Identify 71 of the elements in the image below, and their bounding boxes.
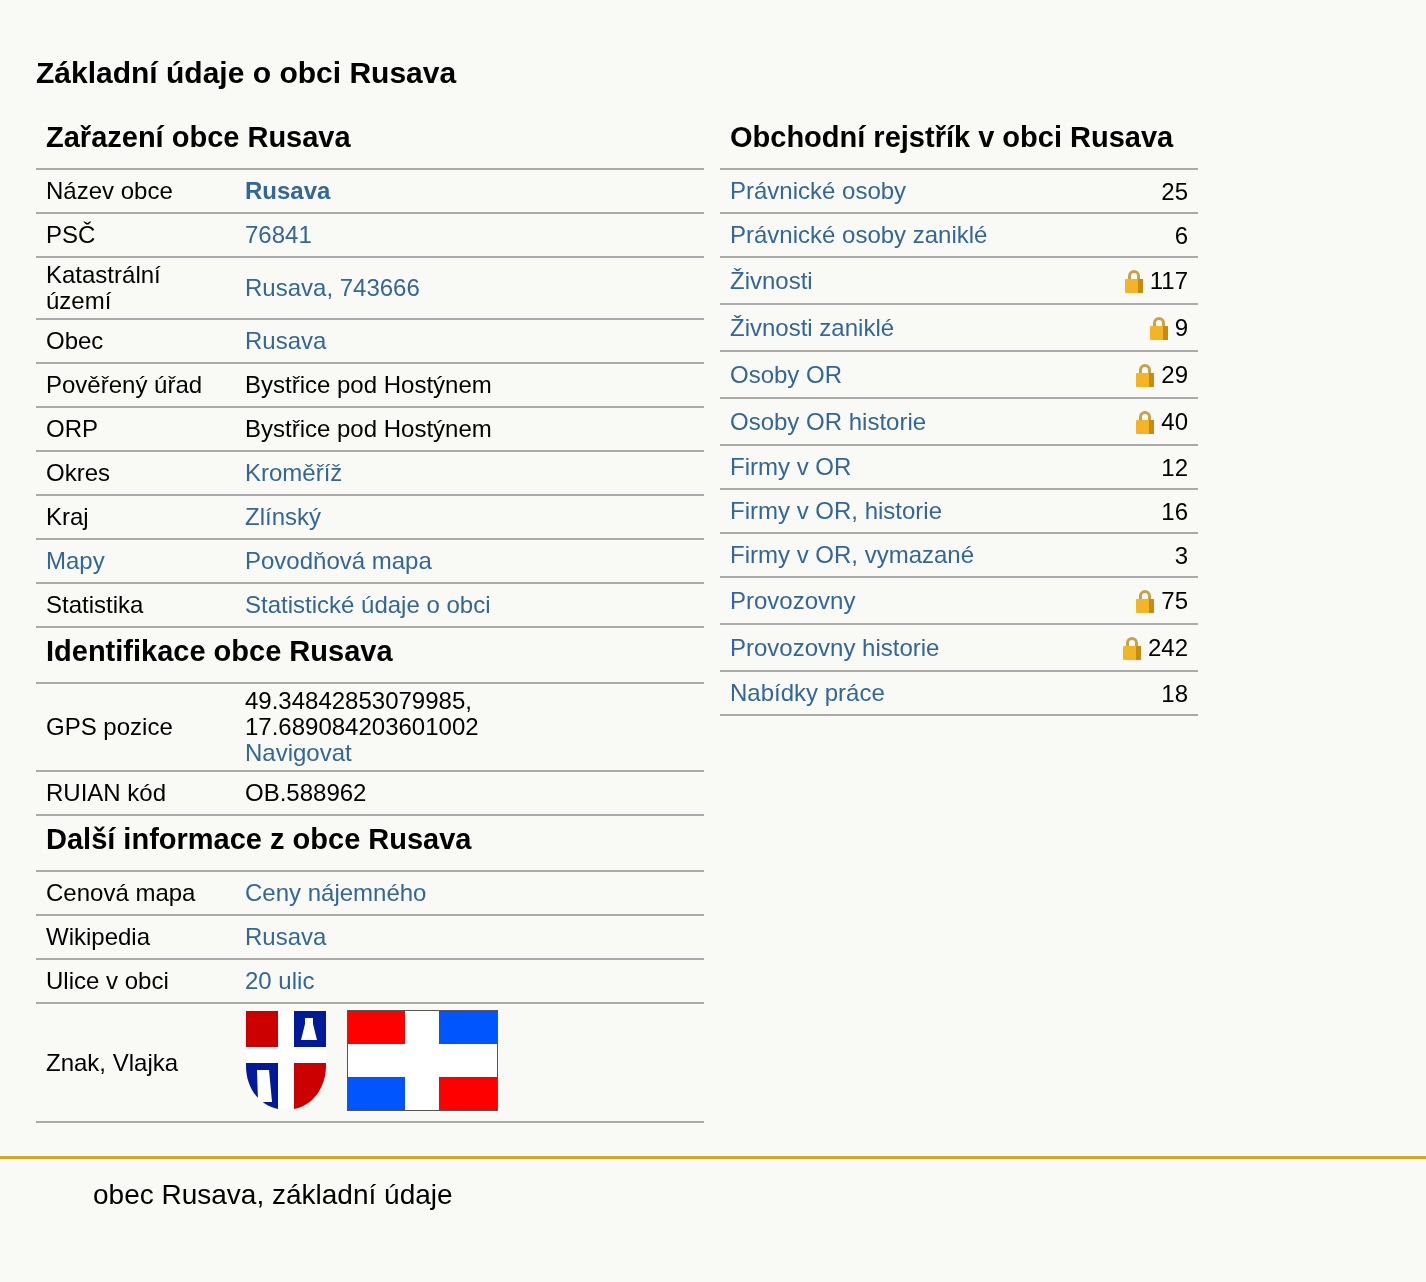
row-label: Wikipedia [46, 923, 151, 950]
value-link[interactable]: 20 ulic [245, 968, 694, 994]
value-link[interactable]: Kroměříž [245, 460, 694, 486]
value-link[interactable]: Povodňová mapa [245, 548, 694, 574]
row-label: Okres [46, 459, 110, 486]
register-link[interactable]: Provozovny [730, 586, 856, 614]
register-link[interactable]: Osoby OR [730, 360, 843, 388]
padlock-icon [1135, 362, 1156, 389]
register-link[interactable]: Firmy v OR [730, 453, 852, 480]
section-heading: Další informace z obce Rusava [36, 815, 704, 871]
section-heading: Identifikace obce Rusava [36, 627, 704, 683]
value-link[interactable]: Rusava, 743666 [245, 275, 694, 301]
register-link[interactable]: Firmy v OR, historie [730, 497, 942, 524]
padlock-icon [1148, 315, 1169, 342]
row-label: ORP [46, 415, 98, 442]
row-label: Kraj [46, 503, 89, 530]
row-value: OB.588962 [245, 780, 368, 806]
value-link[interactable]: Ceny nájemného [245, 880, 694, 906]
value-link[interactable]: Rusava [245, 328, 694, 354]
record-count: 75 [1161, 588, 1188, 615]
row-label: Katastrální území [46, 261, 161, 314]
padlock-icon [1135, 588, 1156, 615]
padlock-icon [1135, 409, 1156, 436]
value-link[interactable]: Rusava [245, 178, 694, 204]
row-value: 17.689084203601002 [245, 714, 480, 740]
row-label: Znak, Vlajka [46, 1048, 179, 1076]
register-link[interactable]: Provozovny historie [730, 633, 940, 661]
row-label: Název obce [46, 177, 173, 204]
register-link[interactable]: Firmy v OR, vymazané [730, 541, 975, 568]
row-label: Obec [46, 327, 104, 354]
row-label: PSČ [46, 221, 96, 248]
record-count: 29 [1161, 362, 1188, 389]
value-link[interactable]: 76841 [245, 222, 694, 248]
record-count: 242 [1147, 635, 1188, 662]
padlock-icon [1121, 635, 1142, 662]
row-value: Bystřice pod Hostýnem [245, 416, 493, 442]
row-label: GPS pozice [46, 713, 173, 740]
register-link[interactable]: Živnosti [730, 266, 813, 294]
record-count: 40 [1161, 409, 1188, 436]
register-link[interactable]: Osoby OR historie [730, 407, 927, 435]
record-count: 25 [1161, 178, 1188, 205]
row-value: Bystřice pod Hostýnem [245, 372, 493, 398]
row-label: Cenová mapa [46, 879, 196, 906]
row-label: Ulice v obci [46, 967, 169, 994]
label-link[interactable]: Mapy [46, 547, 105, 574]
record-count: 3 [1174, 542, 1188, 569]
row-label: Statistika [46, 591, 144, 618]
section-heading: Zařazení obce Rusava [36, 114, 704, 169]
register-link[interactable]: Živnosti zaniklé [730, 313, 895, 341]
record-count: 9 [1174, 315, 1188, 342]
value-link[interactable]: Rusava [245, 924, 694, 950]
record-count: 6 [1174, 222, 1188, 249]
record-count: 16 [1161, 498, 1188, 525]
record-count: 18 [1161, 680, 1188, 707]
page-title: Základní údaje o obci Rusava [36, 55, 458, 91]
coat-of-arms-icon [245, 1010, 327, 1110]
register-link[interactable]: Právnické osoby [730, 177, 907, 204]
register-link[interactable]: Nabídky práce [730, 679, 885, 706]
value-link[interactable]: Navigovat [245, 740, 694, 766]
value-link[interactable]: Zlínský [245, 504, 694, 530]
value-link[interactable]: Statistické údaje o obci [245, 592, 694, 618]
row-label: RUIAN kód [46, 779, 167, 806]
row-value: 49.34842853079985, [245, 688, 473, 714]
footer-text: obec Rusava, základní údaje [93, 1179, 453, 1210]
section-heading: Obchodní rejstřík v obci Rusava [720, 114, 1198, 169]
flag-icon [347, 1010, 498, 1111]
padlock-icon [1123, 268, 1144, 295]
register-link[interactable]: Právnické osoby zaniklé [730, 221, 988, 248]
record-count: 12 [1161, 454, 1188, 481]
row-label: Pověřený úřad [46, 371, 203, 398]
record-count: 117 [1149, 268, 1188, 295]
